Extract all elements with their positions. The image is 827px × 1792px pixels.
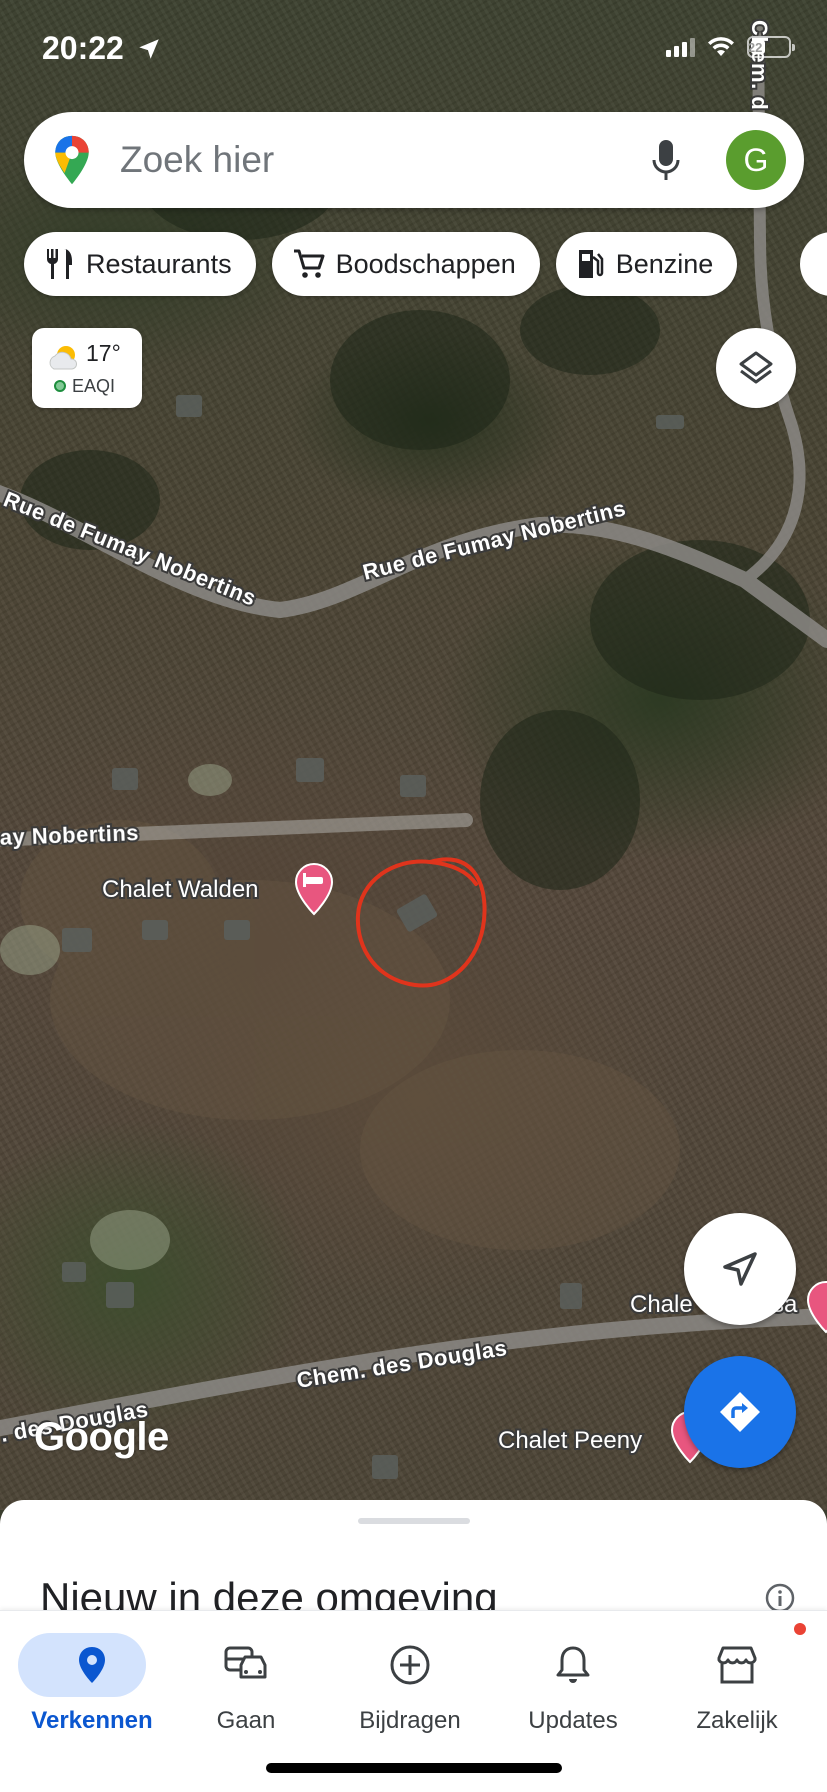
nav-updates[interactable]: Updates — [498, 1621, 648, 1741]
weather-temperature: 17° — [86, 340, 121, 366]
battery-level: 22 — [748, 40, 766, 55]
poi-label: Chale — [630, 1291, 693, 1318]
category-chips: Restaurants Boodschappen Benzine — [24, 232, 738, 296]
nav-label: Bijdragen — [359, 1707, 461, 1734]
fuel-icon — [578, 250, 603, 278]
sheet-drag-handle[interactable] — [358, 1518, 470, 1524]
nav-label: Gaan — [216, 1707, 276, 1734]
directions-icon — [720, 1392, 760, 1432]
google-maps-pin-icon — [55, 135, 89, 185]
nav-label: Zakelijk — [696, 1707, 778, 1734]
chip-fuel[interactable]: Benzine — [555, 232, 738, 296]
home-indicator[interactable] — [266, 1763, 562, 1773]
layers-icon — [739, 351, 773, 384]
air-quality-dot-icon — [54, 380, 66, 392]
nav-label: Verkennen — [31, 1707, 153, 1734]
nav-explore[interactable]: Verkennen — [17, 1621, 167, 1741]
microphone-icon[interactable] — [646, 136, 686, 184]
layers-button[interactable] — [716, 328, 796, 408]
notification-badge — [794, 1623, 806, 1635]
status-bar: 20:22 22 — [0, 0, 827, 100]
google-logo: Google — [34, 1415, 169, 1459]
signal-icon — [666, 37, 695, 57]
wifi-icon — [708, 37, 734, 56]
poi-label: Chalet Walden — [102, 876, 259, 903]
chip-label: Restaurants — [86, 248, 232, 279]
avatar[interactable]: G — [726, 130, 786, 190]
road-label-3: ay Nobertins — [0, 820, 139, 850]
status-time: 20:22 — [42, 30, 124, 66]
cart-icon — [293, 249, 325, 278]
search-input[interactable] — [120, 139, 646, 181]
nav-go[interactable]: Gaan — [171, 1621, 321, 1741]
road-label-4: Chem. des Douglas — [295, 1335, 509, 1393]
navigation-arrow-icon — [723, 1252, 757, 1286]
add-circle-icon — [386, 1641, 434, 1689]
store-icon — [713, 1641, 761, 1689]
weather-widget[interactable]: 17° EAQI — [32, 328, 142, 408]
nav-business[interactable]: Zakelijk — [662, 1621, 812, 1741]
car-icon — [222, 1641, 270, 1689]
fork-knife-icon — [46, 249, 72, 279]
poi-label: Chalet Peeny — [498, 1427, 642, 1454]
my-location-button[interactable] — [684, 1213, 796, 1325]
air-quality-label: EAQI — [72, 376, 116, 396]
chip-label: Boodschappen — [335, 248, 516, 279]
chip-restaurants[interactable]: Restaurants — [24, 232, 256, 296]
nav-contribute[interactable]: Bijdragen — [335, 1621, 485, 1741]
chip-label: Benzine — [615, 248, 714, 279]
bottom-sheet[interactable]: Nieuw in deze omgeving — [0, 1500, 827, 1620]
road-label-2: Rue de Fumay Nobertins — [360, 495, 628, 585]
nav-label: Updates — [528, 1707, 618, 1734]
chip-groceries[interactable]: Boodschappen — [271, 232, 540, 296]
directions-button[interactable] — [684, 1356, 796, 1468]
search-bar[interactable]: G — [24, 112, 804, 208]
poi-chalet-peeny[interactable]: Chalet Peeny — [496, 1410, 710, 1464]
battery-icon: 22 — [747, 36, 795, 58]
partly-cloudy-icon — [49, 346, 78, 370]
bell-icon — [549, 1641, 597, 1689]
location-arrow-icon — [139, 39, 159, 59]
status-icons: 22 — [666, 36, 795, 58]
pin-icon — [68, 1641, 116, 1689]
